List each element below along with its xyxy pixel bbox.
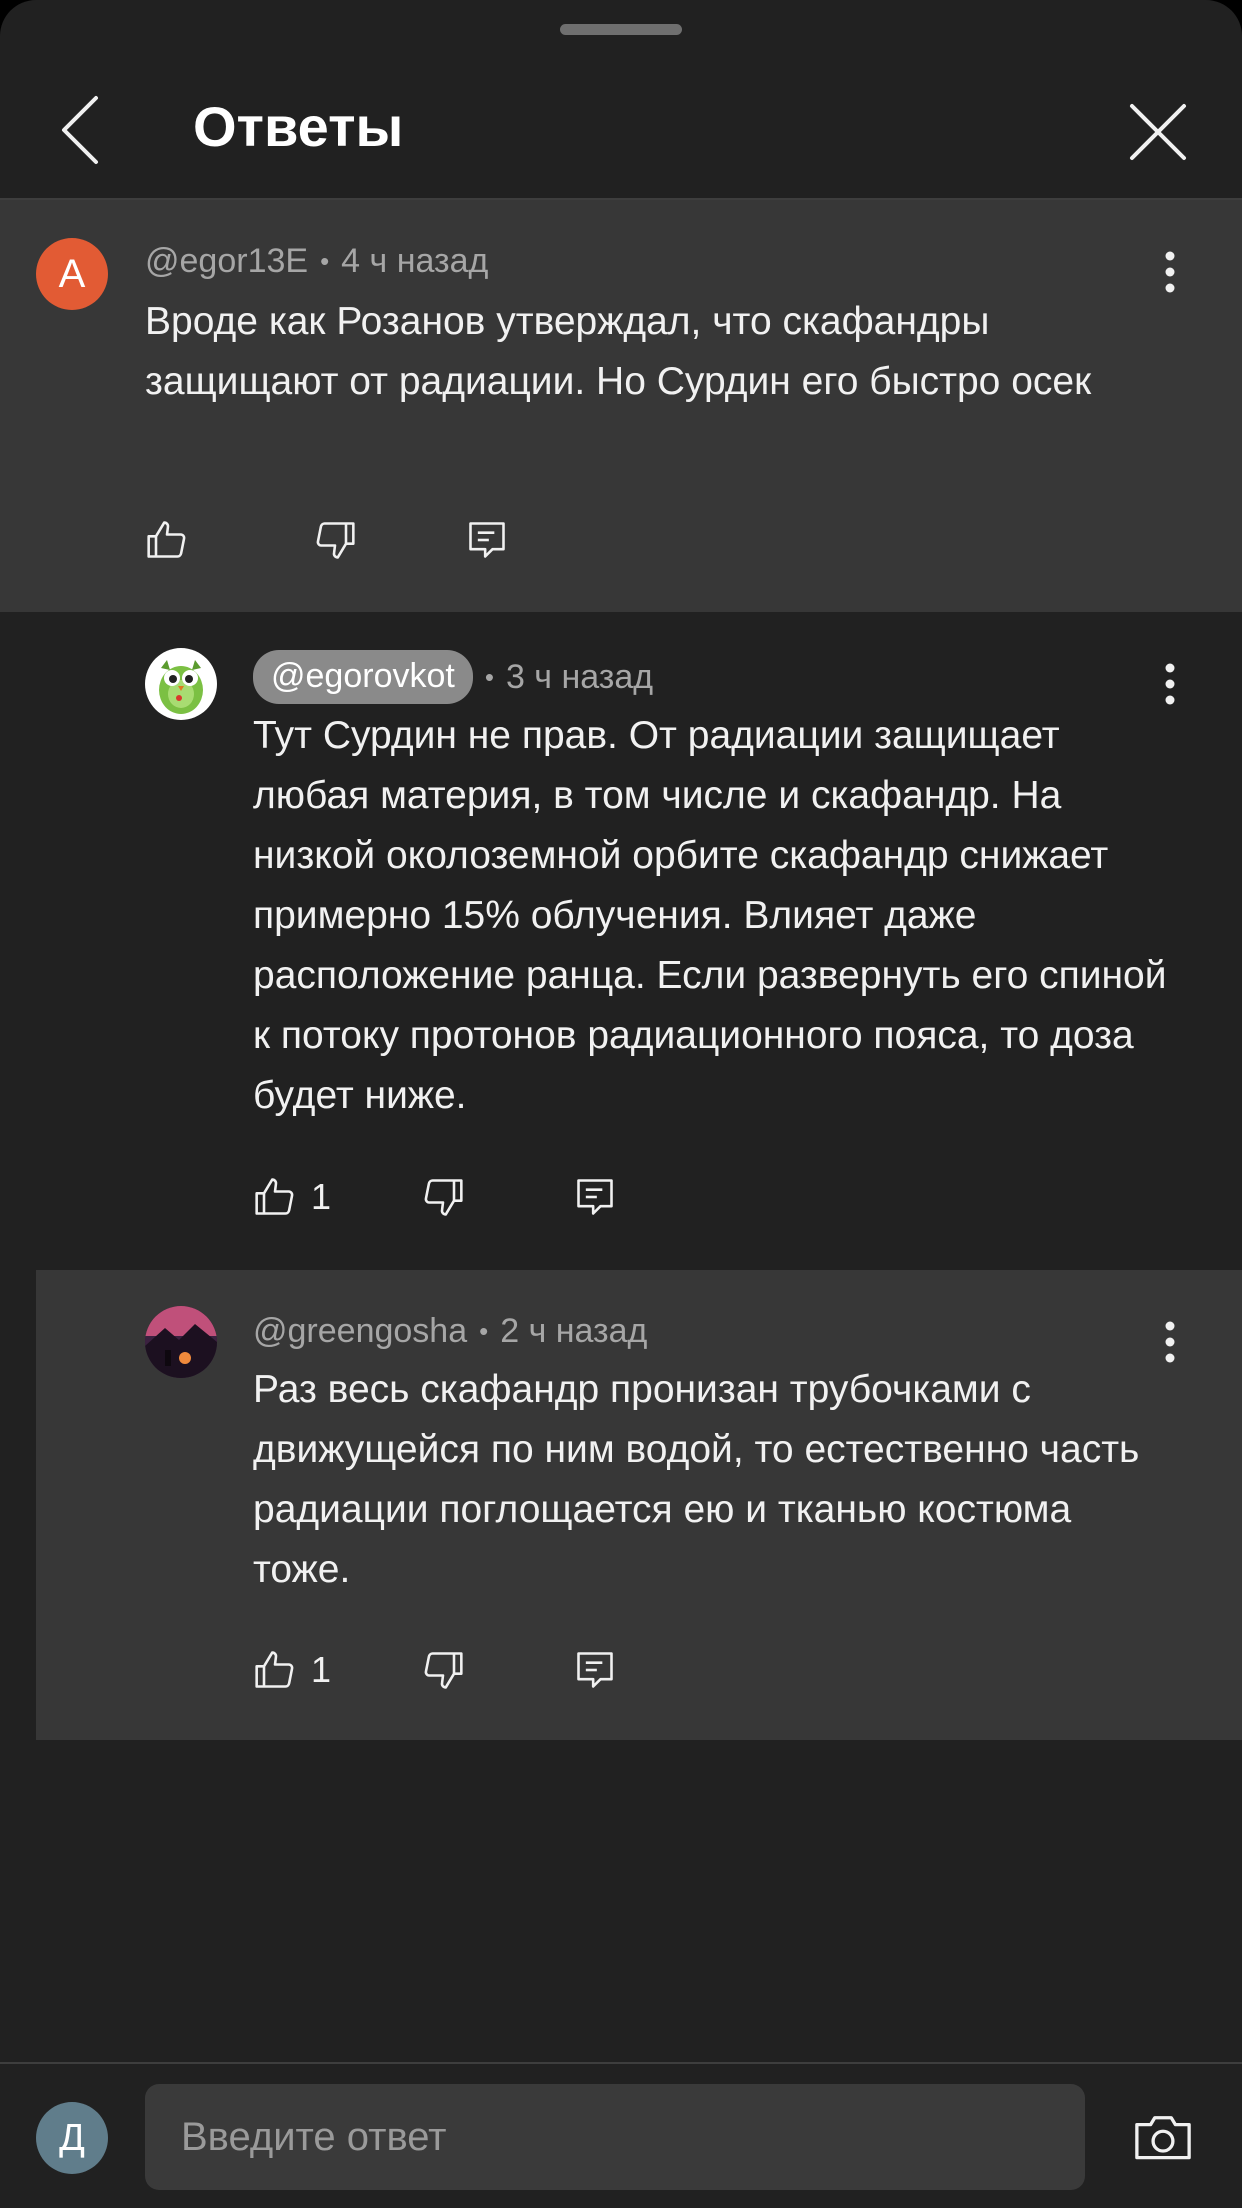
avatar[interactable] (145, 648, 217, 720)
close-icon (1130, 104, 1186, 160)
comment-text: Раз весь скафандр пронизан трубочками с … (253, 1368, 1140, 1591)
reply-button[interactable] (465, 510, 509, 570)
avatar-letter: A (58, 252, 86, 296)
camera-icon (1135, 2116, 1191, 2160)
dislike-button[interactable] (313, 510, 357, 570)
comment-time: 3 ч назад (505, 658, 654, 696)
dislike-button[interactable] (421, 1167, 465, 1227)
comment-text: Тут Сурдин не прав. От радиации защищает… (253, 714, 1167, 1117)
more-options-button[interactable] (1150, 242, 1190, 302)
meta-separator: • (320, 246, 330, 276)
comment-text: Вроде как Розанов утверждал, что скафанд… (145, 300, 1092, 403)
thumbs-up-icon (255, 1651, 294, 1688)
back-button[interactable] (44, 90, 124, 170)
avatar[interactable] (145, 1306, 217, 1378)
more-vertical-icon (1165, 251, 1175, 293)
author-name[interactable]: @egor13E (145, 244, 308, 278)
camera-button[interactable] (1130, 2104, 1196, 2170)
like-button[interactable]: 1 (253, 1640, 331, 1700)
comment-meta: @egorovkot • 3 ч назад (253, 650, 653, 704)
comment-icon (577, 1652, 613, 1688)
thumbs-down-icon (316, 522, 355, 559)
green-owl-avatar-icon (159, 660, 203, 714)
comment-meta: @greengosha • 2 ч назад (253, 1314, 647, 1348)
like-button[interactable] (145, 510, 203, 570)
avatar-letter: Д (59, 2116, 85, 2159)
reply-composer: Д (0, 2062, 1242, 2208)
parent-comment: A @egor13E • 4 ч назад Вроде как Розанов… (0, 200, 1242, 612)
comment-actions: 1 (253, 1167, 753, 1227)
drag-handle[interactable] (560, 24, 682, 35)
comment-time: 2 ч назад (500, 1312, 648, 1350)
landscape-photo-avatar-icon (145, 1306, 217, 1378)
chevron-left-icon (62, 96, 98, 164)
meta-separator: • (479, 1316, 489, 1346)
my-avatar: Д (36, 2102, 108, 2174)
comment-actions: 1 (253, 1640, 753, 1700)
reply-input[interactable] (145, 2084, 1085, 2190)
close-button[interactable] (1118, 92, 1198, 172)
reply-comment: @egorovkot • 3 ч назад Тут Сурдин не пра… (0, 612, 1242, 1267)
more-options-button[interactable] (1150, 654, 1190, 714)
dislike-button[interactable] (421, 1640, 465, 1700)
like-count: 1 (311, 1649, 332, 1690)
meta-separator: • (484, 662, 494, 692)
thumbs-down-icon (424, 1179, 463, 1216)
more-vertical-icon (1165, 663, 1175, 705)
reply-button[interactable] (573, 1640, 617, 1700)
thumbs-down-icon (424, 1652, 463, 1689)
like-button[interactable]: 1 (253, 1167, 331, 1227)
author-name-highlighted[interactable]: @egorovkot (253, 650, 473, 704)
like-count: 1 (311, 1176, 332, 1217)
reply-comment: @greengosha • 2 ч назад Раз весь скафанд… (36, 1270, 1242, 1740)
comment-time: 4 ч назад (341, 242, 489, 280)
comment-icon (577, 1179, 613, 1215)
comment-actions (145, 510, 645, 570)
thumbs-up-icon (255, 1178, 294, 1215)
author-name[interactable]: @greengosha (253, 1314, 467, 1348)
header: Ответы (0, 60, 1242, 200)
avatar[interactable]: A (36, 238, 108, 310)
reply-button[interactable] (573, 1167, 617, 1227)
thumbs-up-icon (147, 521, 186, 558)
comment-icon (469, 522, 505, 558)
page-title: Ответы (193, 95, 404, 158)
replies-sheet: Ответы A @egor13E • 4 ч назад Вроде как … (0, 0, 1242, 2208)
comment-meta: @egor13E • 4 ч назад (145, 244, 488, 278)
